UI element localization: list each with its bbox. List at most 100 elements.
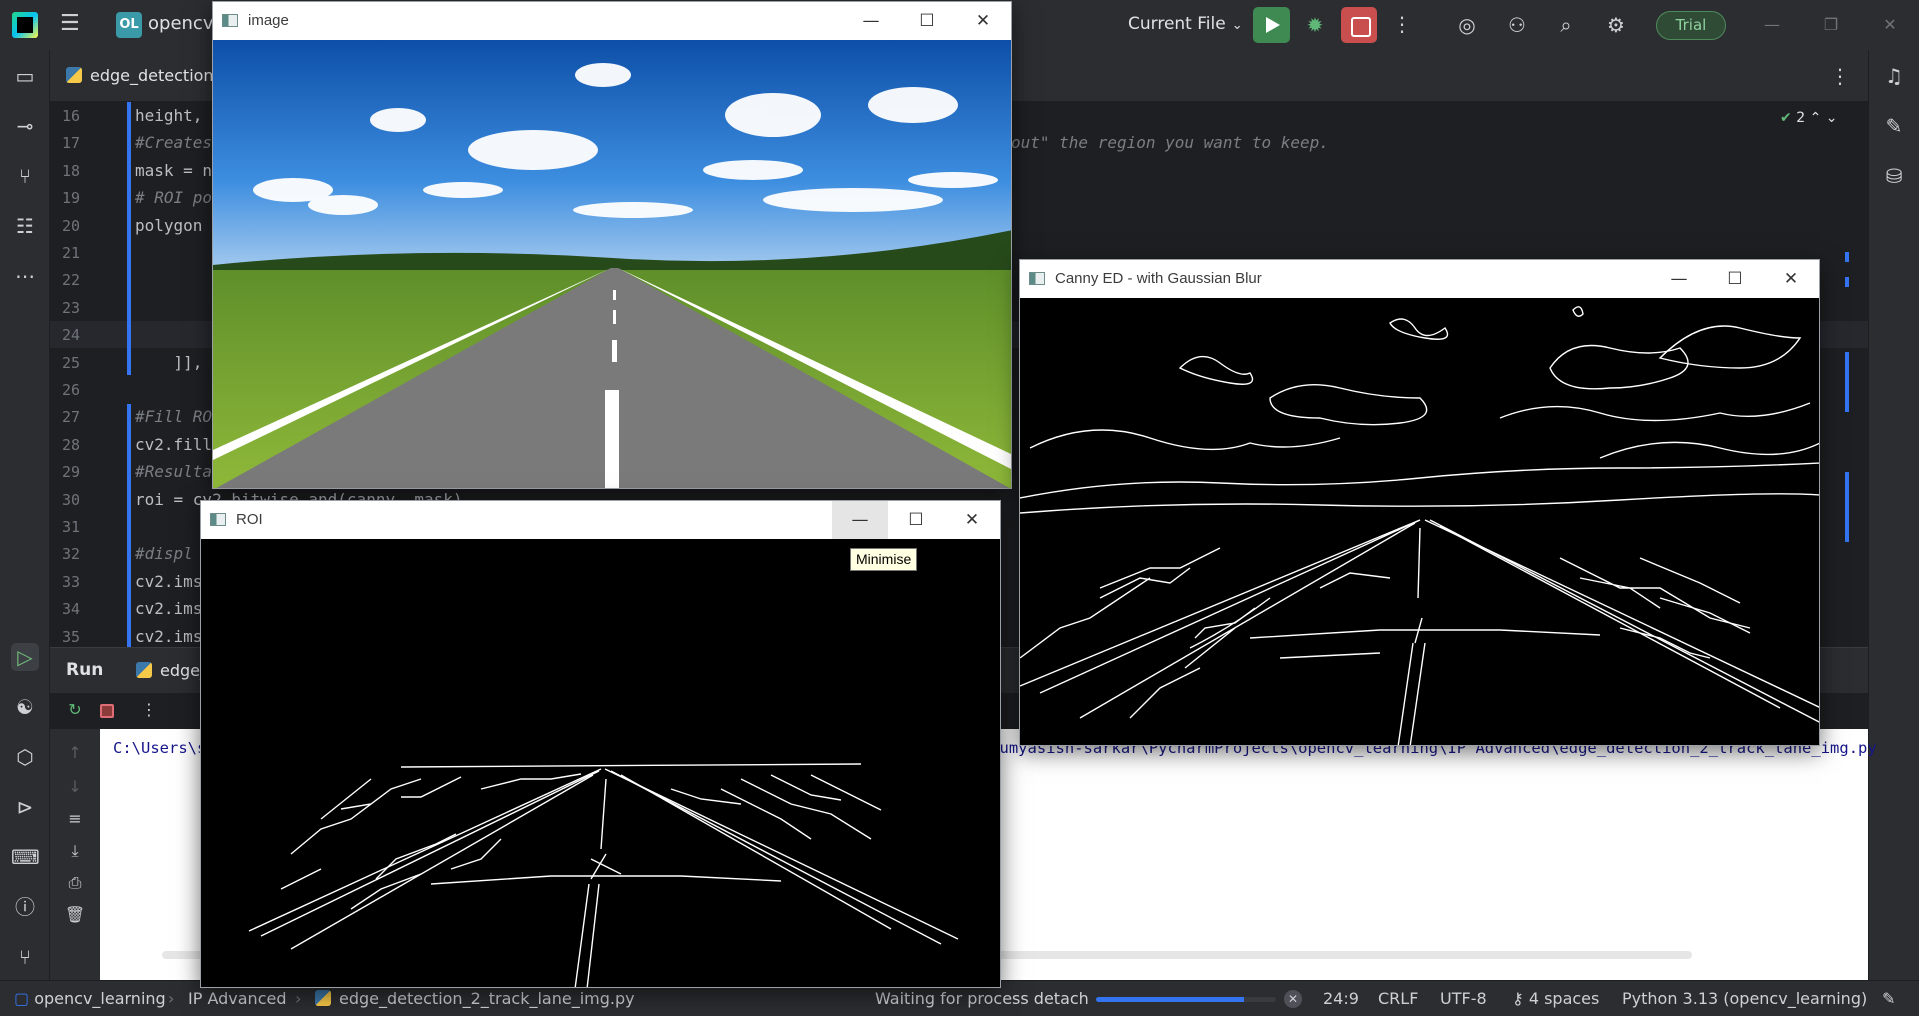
file-encoding[interactable]: UTF-8 [1440, 989, 1487, 1008]
code-line: #Creates [135, 133, 213, 153]
code-comment-tail: out" the region you want to keep. [1011, 133, 1329, 152]
code-line: ]], [135, 352, 203, 372]
app-icon [1029, 272, 1045, 285]
module-icon: ▢ [14, 989, 30, 1008]
add-user-icon[interactable]: ⚇ [1504, 12, 1530, 38]
scroll-to-end-icon[interactable]: ⤓ [64, 841, 86, 863]
line-number: 23 [61, 298, 80, 317]
run-panel-title: Run [66, 660, 104, 680]
image-window[interactable]: image — ☐ ✕ [212, 1, 1012, 489]
terminal-icon[interactable]: ⌨ [11, 843, 40, 871]
window-close-icon[interactable]: ✕ [1875, 12, 1905, 38]
line-number: 22 [61, 271, 80, 290]
window-restore-icon[interactable]: ❐ [1816, 12, 1846, 38]
close-icon[interactable]: ✕ [1763, 260, 1819, 298]
scroll-marker [1845, 352, 1849, 412]
commit-icon[interactable]: ⊸ [11, 112, 39, 140]
more-tools-icon[interactable]: ⋯ [11, 262, 39, 290]
ai-chat-icon[interactable]: ✎ [1880, 112, 1908, 140]
line-number: 27 [61, 408, 80, 427]
inspection-widget[interactable]: ✔ 2 ⌃ ⌄ [1780, 110, 1837, 126]
python-console-icon[interactable]: ☯ [11, 693, 39, 721]
hamburger-icon[interactable]: ☰ [60, 13, 84, 37]
rerun-button[interactable] [1253, 7, 1290, 43]
search-icon[interactable]: ⌕ [1553, 12, 1579, 38]
readonly-toggle-icon[interactable]: ✎ [1882, 989, 1895, 1008]
breadcrumb-file-label: edge_detection_2_track_lane_img.py [339, 989, 635, 1008]
minimize-icon[interactable]: — [843, 2, 899, 40]
database-icon[interactable]: ⛁ [1880, 162, 1908, 190]
roi-window[interactable]: ROI — ☐ ✕ [200, 500, 1001, 988]
arrow-down-icon[interactable]: ↓ [64, 777, 86, 799]
line-number: 32 [61, 545, 80, 564]
maximize-icon[interactable]: ☐ [1707, 260, 1763, 298]
trash-icon[interactable]: 🗑 [64, 905, 86, 927]
close-icon[interactable]: ✕ [955, 2, 1011, 40]
code-line: mask = n [135, 160, 213, 180]
run-tool-icon[interactable]: ▷ [11, 643, 39, 671]
indent-setting[interactable]: ⚷ 4 spaces [1512, 989, 1599, 1008]
python-file-icon [66, 67, 82, 83]
chevron-down-icon[interactable]: ⌄ [1826, 110, 1838, 126]
cancel-process-icon[interactable]: ✕ [1284, 990, 1302, 1008]
notifications-icon[interactable]: ♫ [1880, 62, 1908, 90]
roi-window-title: ROI [236, 511, 263, 528]
change-marker [127, 404, 131, 647]
code-line: #Fill RO [135, 407, 213, 427]
minimise-tooltip: Minimise [850, 548, 918, 571]
canny-window-titlebar[interactable]: Canny ED - with Gaussian Blur — ☐ ✕ [1020, 260, 1819, 298]
process-progress-bar [1096, 997, 1276, 1002]
debug-icon[interactable]: ✹ [1302, 12, 1328, 38]
more-icon[interactable]: ⋮ [138, 699, 160, 721]
breadcrumb-project[interactable]: ▢ opencv_learning [14, 989, 166, 1008]
progress-fill [1096, 997, 1244, 1002]
canny-window[interactable]: Canny ED - with Gaussian Blur — ☐ ✕ [1019, 259, 1820, 746]
structure-icon[interactable]: ☷ [11, 212, 39, 240]
close-icon[interactable]: ✕ [944, 501, 1000, 539]
caret-position[interactable]: 24:9 [1323, 989, 1359, 1008]
settings-icon[interactable]: ⚙ [1603, 12, 1629, 38]
maximize-icon[interactable]: ☐ [888, 501, 944, 539]
project-badge[interactable]: OL [116, 12, 142, 38]
roi-window-titlebar[interactable]: ROI — ☐ ✕ [201, 501, 1000, 539]
tabs-more-icon[interactable]: ⋮ [1830, 64, 1850, 88]
python-packages-icon[interactable]: ⬡ [11, 743, 39, 771]
arrow-up-icon[interactable]: ↑ [64, 743, 86, 765]
code-line: cv2.ims [135, 571, 203, 591]
trial-button[interactable]: Trial [1656, 11, 1726, 40]
change-marker [127, 102, 131, 375]
pull-requests-icon[interactable]: ⑂ [11, 162, 39, 190]
stop-icon[interactable] [100, 704, 114, 718]
git-icon[interactable]: ⑂ [11, 943, 39, 971]
minimize-icon[interactable]: — [1651, 260, 1707, 298]
image-window-titlebar[interactable]: image — ☐ ✕ [213, 2, 1011, 40]
line-number: 26 [61, 381, 80, 399]
services-icon[interactable]: ⊳ [11, 793, 39, 821]
maximize-icon[interactable]: ☐ [899, 2, 955, 40]
project-folder-icon[interactable]: ▭ [11, 62, 39, 90]
line-separator[interactable]: CRLF [1378, 989, 1418, 1008]
line-number: 33 [61, 572, 80, 591]
python-interpreter[interactable]: Python 3.13 (opencv_learning) [1622, 989, 1867, 1008]
line-number: 19 [61, 189, 80, 208]
soft-wrap-icon[interactable]: ≡ [64, 809, 86, 831]
ai-assistant-icon[interactable]: ◎ [1454, 12, 1480, 38]
roi-edge-image [201, 539, 1000, 987]
window-minimize-icon[interactable]: — [1757, 12, 1787, 38]
rerun-icon[interactable]: ↻ [64, 699, 86, 721]
code-line: polygon [135, 215, 213, 235]
code-line: #displ [135, 544, 193, 564]
stop-button[interactable] [1341, 7, 1377, 43]
process-status: Waiting for process detach [875, 989, 1089, 1008]
right-tool-strip: ♫ ✎ ⛁ [1868, 50, 1919, 980]
run-config-selector[interactable]: Current File ⌄ [1128, 14, 1243, 34]
minimize-icon[interactable]: — [832, 501, 888, 539]
print-icon[interactable]: ⎙ [64, 873, 86, 895]
problems-icon[interactable]: ⓘ [11, 893, 39, 921]
chevron-up-icon[interactable]: ⌃ [1810, 110, 1822, 126]
app-icon [210, 513, 226, 526]
chevron-down-icon: ⌄ [1231, 18, 1243, 33]
breadcrumb-file[interactable]: edge_detection_2_track_lane_img.py [315, 989, 635, 1008]
breadcrumb-folder[interactable]: IP Advanced [188, 989, 286, 1008]
more-actions-icon[interactable]: ⋮ [1392, 12, 1412, 36]
